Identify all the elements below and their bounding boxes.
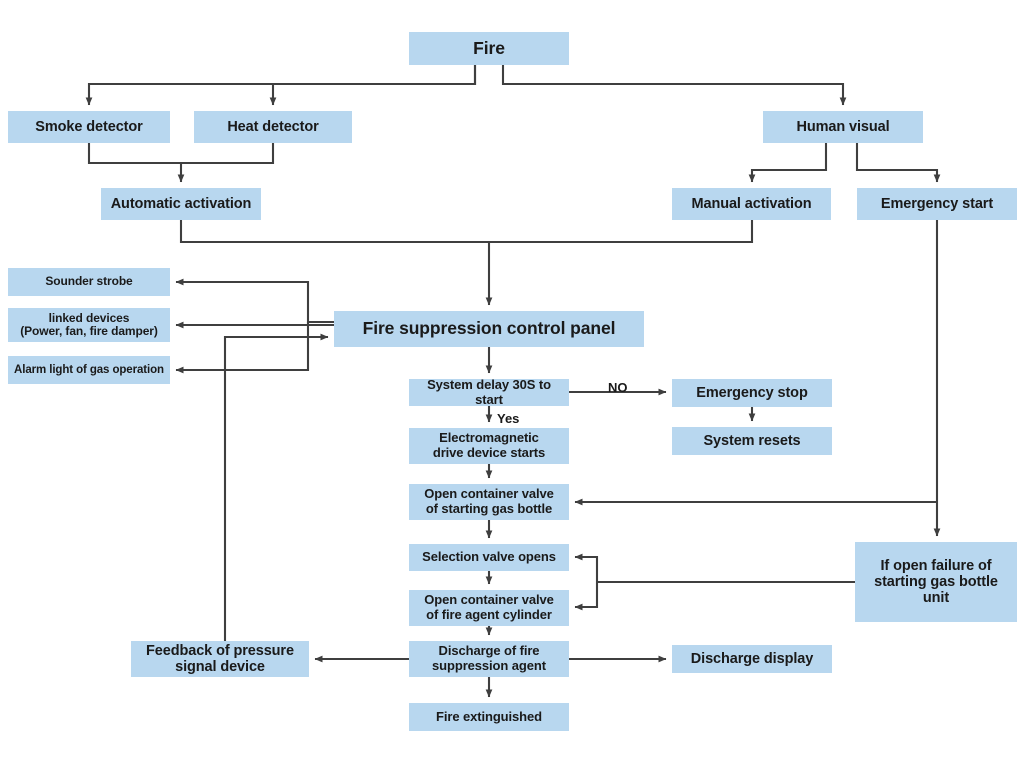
node-system_delay[interactable]: System delay 30S to start [409, 376, 569, 407]
node-emergency_start[interactable]: Emergency start [857, 188, 1017, 220]
node-label-feedback_pressure: Feedback of pressure signal device [146, 642, 294, 675]
node-label-control_panel: Fire suppression control panel [362, 318, 616, 339]
node-linked_devices[interactable]: linked devices (Power, fan, fire damper) [8, 308, 170, 342]
edge-feedback-panel [223, 333, 329, 641]
edge-panel-alarm [175, 322, 310, 374]
node-heat_detector[interactable]: Heat detector [194, 111, 352, 143]
node-smoke_detector[interactable]: Smoke detector [8, 111, 170, 143]
edge-panel-sounder [175, 278, 334, 324]
node-label-fire_extinguished: Fire extinguished [436, 708, 542, 724]
node-discharge_display[interactable]: Discharge display [672, 645, 832, 673]
node-label-open_agent_cyl: Open container valve of fire agent cylin… [424, 592, 554, 622]
node-fire_extinguished[interactable]: Fire extinguished [409, 703, 569, 731]
node-label-heat_detector: Heat detector [227, 118, 319, 135]
node-label-sounder_strobe: Sounder strobe [45, 274, 133, 289]
edge-open-failure-open-agent [574, 582, 599, 611]
node-label-discharge_display: Discharge display [690, 650, 814, 667]
edge-human-manual [748, 143, 828, 183]
node-feedback_pressure[interactable]: Feedback of pressure signal device [131, 641, 309, 677]
node-label-selection_valve: Selection valve opens [422, 549, 556, 565]
node-label-system_resets: System resets [703, 432, 801, 449]
edge-label-yes_label: Yes [497, 411, 520, 426]
node-alarm_light[interactable]: Alarm light of gas operation [8, 356, 170, 384]
edge-activations-merge [179, 220, 754, 244]
node-selection_valve[interactable]: Selection valve opens [409, 544, 569, 571]
node-label-emergency_start: Emergency start [880, 195, 994, 212]
flowchart-diagram: Fire Smoke detector Heat detector Human vis… [0, 0, 1024, 768]
node-emergency_stop[interactable]: Emergency stop [672, 379, 832, 407]
node-label-em_drive: Electromagnetic drive device starts [432, 430, 546, 460]
node-control_panel[interactable]: Fire suppression control panel [334, 311, 644, 347]
node-manual_activation[interactable]: Manual activation [672, 188, 831, 220]
node-sounder_strobe[interactable]: Sounder strobe [8, 268, 170, 296]
node-auto_activation[interactable]: Automatic activation [101, 188, 261, 220]
node-label-emergency_stop: Emergency stop [696, 384, 808, 401]
node-label-open_failure: If open failure of starting gas bottle u… [874, 557, 998, 607]
node-system_resets[interactable]: System resets [672, 427, 832, 455]
node-open_start_bottle[interactable]: Open container valve of starting gas bot… [409, 484, 569, 520]
node-fire[interactable]: Fire [409, 32, 569, 65]
node-open_agent_cyl[interactable]: Open container valve of fire agent cylin… [409, 590, 569, 626]
node-label-human_visual: Human visual [796, 118, 890, 135]
node-label-system_delay: System delay 30S to start [427, 376, 551, 407]
node-label-alarm_light: Alarm light of gas operation [14, 363, 164, 376]
node-human_visual[interactable]: Human visual [763, 111, 923, 143]
node-label-discharge_agent: Discharge of fire suppression agent [432, 643, 546, 673]
node-label-smoke_detector: Smoke detector [35, 118, 143, 135]
edge-fire-human [501, 65, 847, 106]
node-label-auto_activation: Automatic activation [110, 195, 252, 212]
node-discharge_agent[interactable]: Discharge of fire suppression agent [409, 641, 569, 677]
node-label-linked_devices: linked devices (Power, fan, fire damper) [20, 310, 158, 338]
edge-label-no_label: NO [608, 380, 628, 395]
node-label-fire: Fire [473, 37, 505, 58]
node-em_drive[interactable]: Electromagnetic drive device starts [409, 428, 569, 464]
edge-human-emergency [855, 143, 941, 183]
edge-open-failure-selection [574, 553, 599, 582]
node-label-manual_activation: Manual activation [691, 195, 812, 212]
edge-detectors-merge [87, 143, 275, 165]
node-open_failure[interactable]: If open failure of starting gas bottle u… [855, 542, 1017, 622]
node-label-open_start_bottle: Open container valve of starting gas bot… [424, 486, 554, 516]
edge-fire-heat [269, 65, 477, 106]
